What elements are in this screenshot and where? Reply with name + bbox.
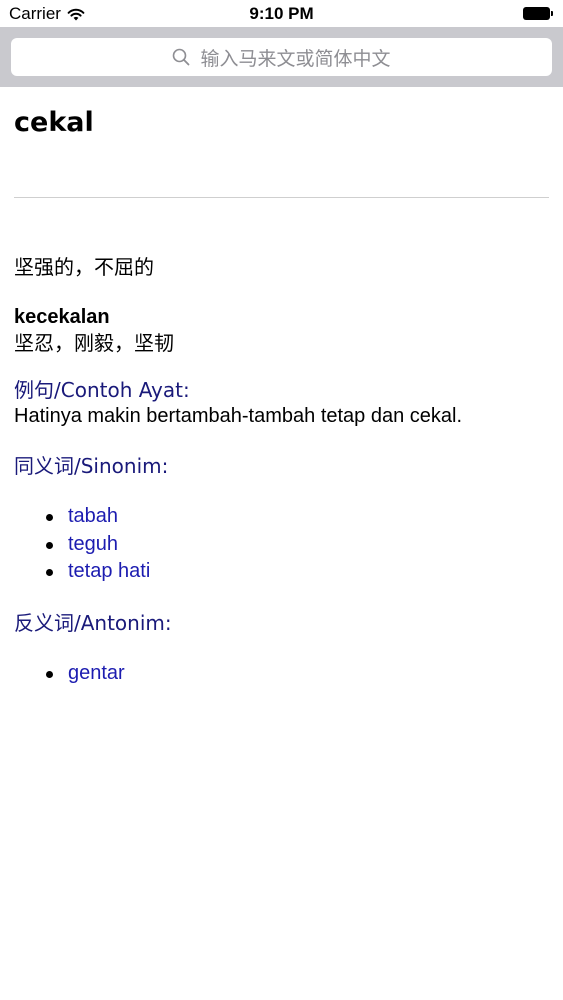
synonym-link[interactable]: tabah [46,503,549,531]
antonym-list: gentar [14,660,549,688]
battery-icon [523,7,553,20]
synonym-list: tabah teguh tetap hati [14,503,549,586]
meaning: 坚强的，不屈的 [14,255,154,279]
derived-word: kecekalan [14,306,110,328]
search-icon [172,48,190,66]
search-input[interactable]: 输入马来文或简体中文 [11,38,552,76]
antonym-label: 反义词/Antonim: [14,610,172,635]
status-bar: Carrier 9:10 PM [0,0,563,27]
example-sentence: Hatinya makin bertambah-tambah tetap dan… [14,405,463,427]
dictionary-entry: cekal 坚强的，不屈的 kecekalan 坚忍，刚毅，坚韧 例句/Cont… [14,87,549,687]
synonym-label: 同义词/Sinonim: [14,454,169,478]
derived-meaning: 坚忍，刚毅，坚韧 [14,331,174,355]
status-time: 9:10 PM [249,4,314,23]
search-bar: 输入马来文或简体中文 [0,27,563,87]
antonym-link[interactable]: gentar [46,660,549,688]
headword: cekal [14,107,94,138]
example-label: 例句/Contoh Ayat: [14,378,190,402]
search-placeholder: 输入马来文或简体中文 [200,47,391,70]
divider [14,197,549,198]
synonym-link[interactable]: tetap hati [46,558,549,586]
synonym-link[interactable]: teguh [46,531,549,559]
